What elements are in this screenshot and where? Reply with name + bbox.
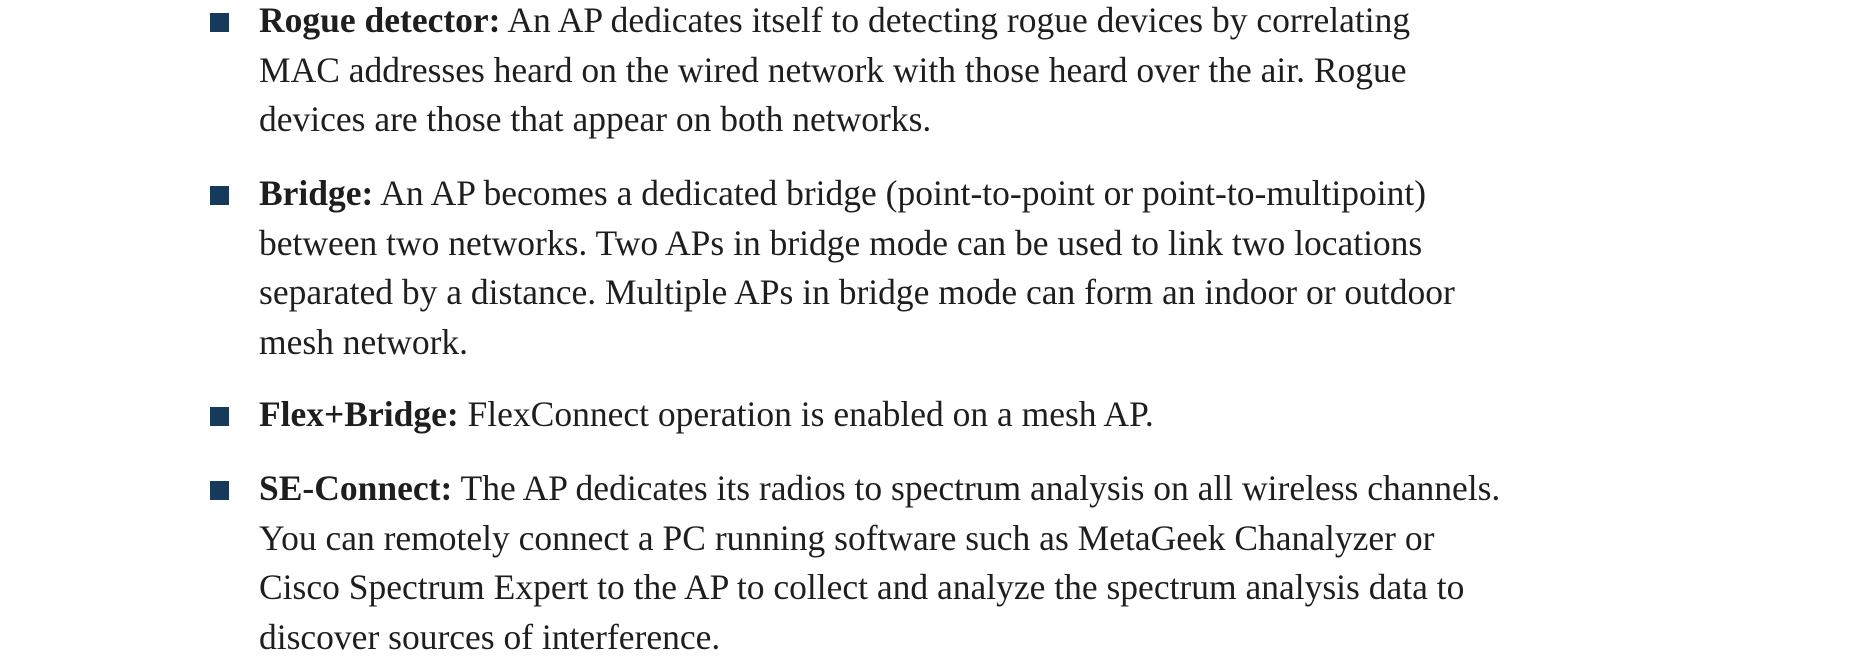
term-label: SE-Connect: xyxy=(259,468,453,508)
text-line: Rogue detector: An AP dedicates itself t… xyxy=(259,0,1679,46)
text-line: discover sources of interference. xyxy=(259,616,721,657)
square-bullet-icon xyxy=(210,186,229,205)
square-bullet-icon xyxy=(210,13,229,32)
term-label: Bridge: xyxy=(259,173,374,213)
term-label: Flex+Bridge: xyxy=(259,394,459,434)
text-line: MAC addresses heard on the wired network… xyxy=(259,49,1407,90)
description-text: An AP dedicates itself to detecting rogu… xyxy=(500,0,1411,40)
square-bullet-icon xyxy=(210,481,229,500)
term-label: Rogue detector: xyxy=(259,0,501,40)
list-item-text: Flex+Bridge: FlexConnect operation is en… xyxy=(259,390,1679,440)
text-line: SE-Connect: The AP dedicates its radios … xyxy=(259,464,1679,514)
text-line: between two networks. Two APs in bridge … xyxy=(259,222,1423,263)
list-item-text: Bridge: An AP becomes a dedicated bridge… xyxy=(259,169,1679,367)
description-text: FlexConnect operation is enabled on a me… xyxy=(458,394,1154,434)
description-text: The AP dedicates its radios to spectrum … xyxy=(452,468,1501,508)
list-item-text: SE-Connect: The AP dedicates its radios … xyxy=(259,464,1679,662)
square-bullet-icon xyxy=(210,407,229,426)
text-line: devices are those that appear on both ne… xyxy=(259,99,932,139)
list-item-text: Rogue detector: An AP dedicates itself t… xyxy=(259,0,1679,145)
text-line: separated by a distance. Multiple APs in… xyxy=(259,272,1455,312)
text-line: You can remotely connect a PC running so… xyxy=(259,517,1435,558)
description-text: An AP becomes a dedicated bridge (point-… xyxy=(373,173,1427,213)
text-line: Bridge: An AP becomes a dedicated bridge… xyxy=(259,169,1679,219)
text-line: Cisco Spectrum Expert to the AP to colle… xyxy=(259,567,1465,607)
text-line: mesh network. xyxy=(259,321,469,362)
text-line: Flex+Bridge: FlexConnect operation is en… xyxy=(259,390,1679,440)
